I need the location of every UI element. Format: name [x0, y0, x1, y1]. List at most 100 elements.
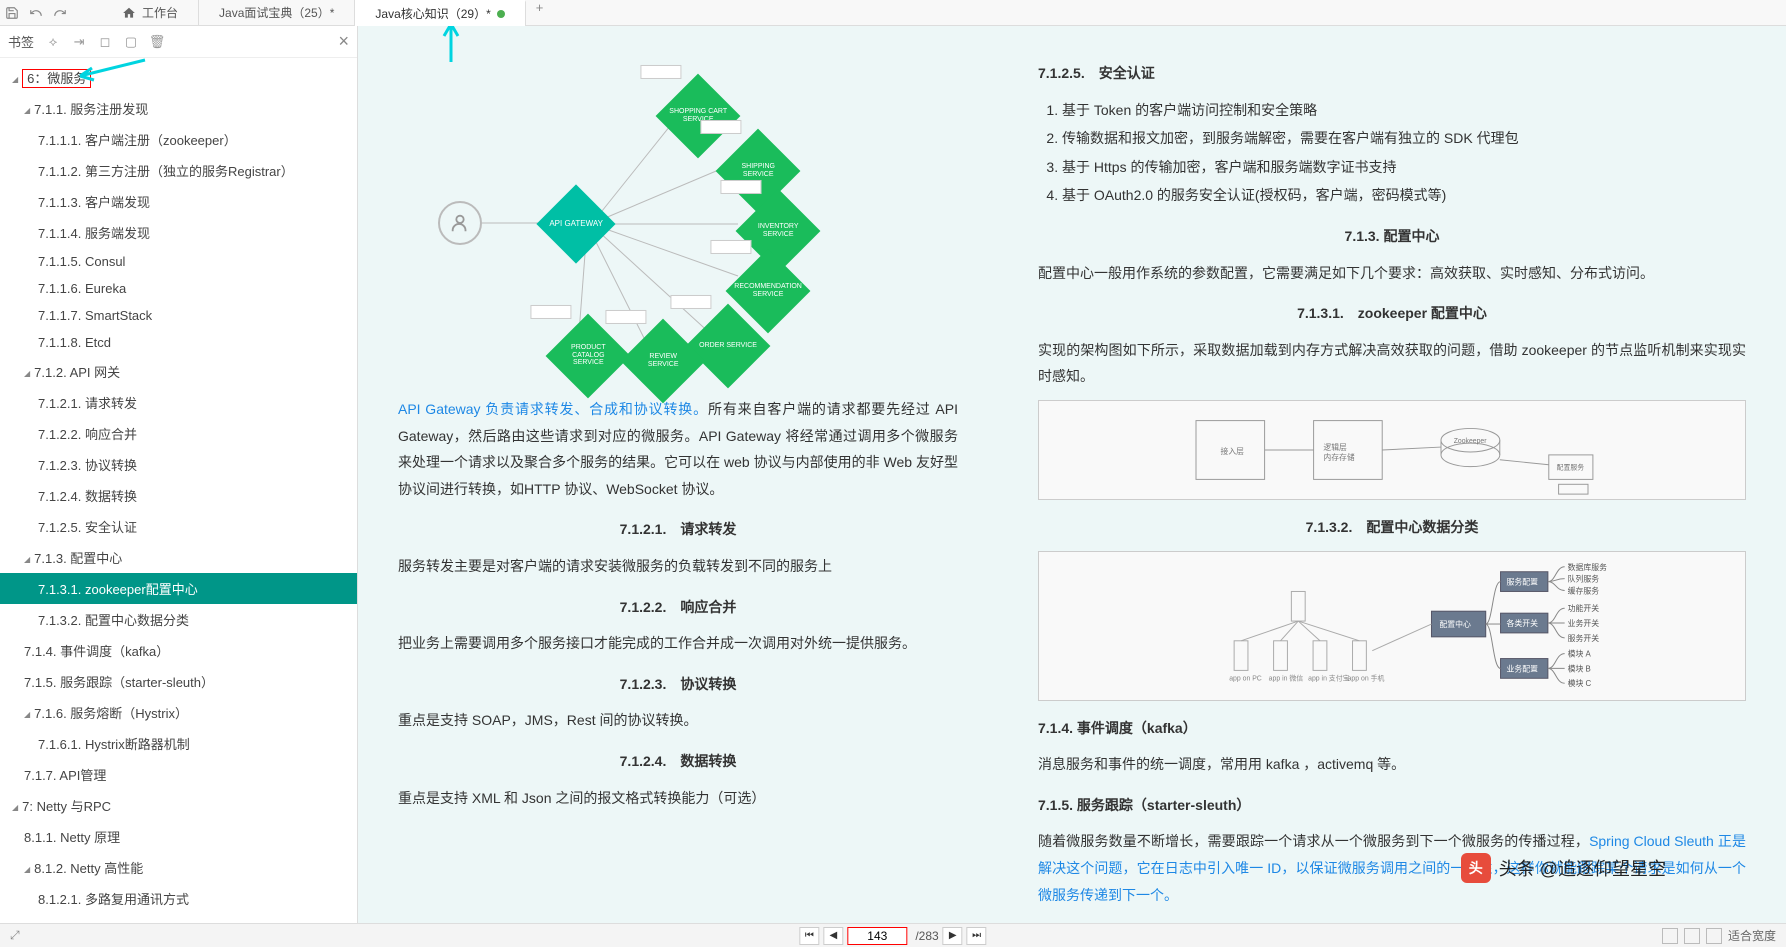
expand-icon[interactable]: ⇥ [70, 33, 88, 51]
tree-item[interactable]: 7.1.2.5. 安全认证 [0, 511, 357, 542]
tree-item[interactable]: 7.1.4. 事件调度（kafka） [0, 635, 357, 666]
tree-item[interactable]: 7.1.1.4. 服务端发现 [0, 217, 357, 248]
document-content: API GATEWAY SHOPPING CART SERVICEREST AP… [358, 26, 1786, 923]
tab-doc2-label: Java核心知识（29）* [375, 5, 490, 22]
redo-icon[interactable] [48, 1, 72, 25]
undo-icon[interactable] [24, 1, 48, 25]
svg-text:业务配置: 业务配置 [1506, 663, 1538, 673]
svg-text:服务配置: 服务配置 [1506, 576, 1538, 586]
view-single-icon[interactable] [1662, 928, 1678, 944]
svg-text:服务开关: 服务开关 [1568, 632, 1600, 642]
bookmark-tree: 6：微服务 7.1.1. 服务注册发现 7.1.1.1. 客户端注册（zooke… [0, 58, 357, 923]
tab-home[interactable]: 工作台 [102, 0, 199, 26]
first-page-button[interactable]: ⏮ [799, 927, 819, 945]
svg-text:app on 手机: app on 手机 [1348, 673, 1385, 682]
svg-text:app in 支付宝: app in 支付宝 [1308, 673, 1349, 682]
tree-item[interactable]: 8.1.2.1. 多路复用通讯方式 [0, 883, 357, 914]
svg-text:模块 C: 模块 C [1568, 678, 1592, 688]
tree-item[interactable]: 8.1.2. Netty 高性能 [0, 852, 357, 883]
locate-icon[interactable]: ⟡ [44, 33, 62, 51]
zoom-label[interactable]: 适合宽度 [1728, 927, 1776, 944]
svg-text:app on PC: app on PC [1229, 675, 1262, 682]
sidebar-header: 书签 ⟡ ⇥ ◻ ▢ 🗑 × [0, 26, 357, 58]
save-icon[interactable] [0, 1, 24, 25]
heading-7123: 7.1.2.3. 协议转换 [398, 671, 958, 698]
tree-item[interactable]: 7.1.1.8. Etcd [0, 329, 357, 356]
svg-text:功能开关: 功能开关 [1568, 603, 1600, 613]
bookmark-icon[interactable]: ▢ [122, 33, 140, 51]
tab-doc1-label: Java面试宝典（25）* [219, 4, 334, 21]
tree-item[interactable]: 7.1.5. 服务跟踪（starter-sleuth） [0, 666, 357, 697]
next-page-button[interactable]: ▶ [943, 927, 963, 945]
close-sidebar-icon[interactable]: × [338, 31, 349, 52]
tree-item[interactable]: 7.1.2.3. 协议转换 [0, 449, 357, 480]
tree-item[interactable]: 7.1.3. 配置中心 [0, 542, 357, 573]
svg-text:配置中心: 配置中心 [1439, 619, 1471, 629]
delete-icon[interactable]: 🗑 [148, 33, 166, 51]
tree-item[interactable]: 7.1.1.7. SmartStack [0, 302, 357, 329]
new-tab-button[interactable]: + [526, 0, 554, 26]
view-book-icon[interactable] [1706, 928, 1722, 944]
svg-text:逻辑层: 逻辑层 [1323, 442, 1347, 452]
sidebar-title: 书签 [8, 32, 34, 51]
text: 实现的架构图如下所示，采取数据加载到内存方式解决高效获取的问题，借助 zooke… [1038, 337, 1746, 390]
svg-text:队列服务: 队列服务 [1568, 573, 1600, 583]
svg-text:接入层: 接入层 [1221, 446, 1245, 456]
heading-7121: 7.1.2.1. 请求转发 [398, 516, 958, 543]
text: 消息服务和事件的统一调度，常用用 kafka ，activemq 等。 [1038, 751, 1746, 778]
heading-715: 7.1.5. 服务跟踪（starter-sleuth） [1038, 792, 1746, 819]
tree-item-selected[interactable]: 7.1.3.1. zookeeper配置中心 [0, 573, 357, 604]
svg-text:Zookeeper: Zookeeper [1454, 438, 1488, 445]
tree-item[interactable]: 7.1.6.1. Hystrix断路器机制 [0, 728, 357, 759]
tree-item[interactable]: 7: Netty 与RPC [0, 790, 357, 821]
tree-item[interactable]: 7.1.1.6. Eureka [0, 275, 357, 302]
heading-7125: 7.1.2.5. 安全认证 [1038, 60, 1746, 87]
config-classification-diagram: 配置中心服务配置各类开关业务配置数据库服务队列服务缓存服务功能开关业务开关服务开… [1038, 551, 1746, 701]
tree-item[interactable]: 7.1.2.1. 请求转发 [0, 387, 357, 418]
user-icon [438, 201, 482, 245]
tree-item[interactable]: 7.1.3.2. 配置中心数据分类 [0, 604, 357, 635]
tree-item[interactable]: 7.1.1.3. 客户端发现 [0, 186, 357, 217]
bookmark-add-icon[interactable]: ◻ [96, 33, 114, 51]
tree-item[interactable]: 7.1.6. 服务熔断（Hystrix） [0, 697, 357, 728]
last-page-button[interactable]: ⏭ [967, 927, 987, 945]
tree-item[interactable]: 7.1.1.2. 第三方注册（独立的服务Registrar） [0, 155, 357, 186]
tree-item[interactable]: 7.1.2. API 网关 [0, 356, 357, 387]
tree-item[interactable]: 7.1.1.5. Consul [0, 248, 357, 275]
top-toolbar: 工作台 Java面试宝典（25）* Java核心知识（29）* + [0, 0, 1786, 26]
tree-item[interactable]: 7.1.2.4. 数据转换 [0, 480, 357, 511]
heading-7122: 7.1.2.2. 响应合并 [398, 594, 958, 621]
text: 重点是支持 XML 和 Json 之间的报文格式转换能力（可选） [398, 785, 958, 812]
tree-item[interactable]: 7.1.7. API管理 [0, 759, 357, 790]
prev-page-button[interactable]: ◀ [823, 927, 843, 945]
tree-item[interactable]: 8.1.1. Netty 原理 [0, 821, 357, 852]
document-tabs: 工作台 Java面试宝典（25）* Java核心知识（29）* + [102, 0, 553, 26]
auth-list: 基于 Token 的客户端访问控制和安全策略 传输数据和报文加密，到服务端解密，… [1062, 97, 1746, 209]
zookeeper-arch-diagram: 接入层逻辑层内存存储Zookeeper配置服务 [1038, 400, 1746, 500]
tree-item[interactable]: 7.1.1. 服务注册发现 [0, 93, 357, 124]
svg-text:数据库服务: 数据库服务 [1568, 561, 1607, 571]
gateway-paragraph: API Gateway 负责请求转发、合成和协议转换。所有来自客户端的请求都要先… [398, 396, 958, 502]
text: 重点是支持 SOAP，JMS，Rest 间的协议转换。 [398, 707, 958, 734]
svg-text:业务开关: 业务开关 [1568, 618, 1600, 628]
tree-root[interactable]: 6：微服务 [0, 62, 357, 93]
list-item: 基于 OAuth2.0 的服务安全认证(授权码，客户端，密码模式等) [1062, 182, 1746, 209]
text: 把业务上需要调用多个服务接口才能完成的工作合并成一次调用对外统一提供服务。 [398, 630, 958, 657]
api-gateway-diagram: API GATEWAY SHOPPING CART SERVICEREST AP… [398, 46, 958, 376]
expand-footer-icon[interactable]: ⤢ [10, 928, 20, 943]
tree-item[interactable]: 7.1.2.2. 响应合并 [0, 418, 357, 449]
view-double-icon[interactable] [1684, 928, 1700, 944]
tree-item[interactable]: 7.1.1.1. 客户端注册（zookeeper） [0, 124, 357, 155]
text: 随着微服务数量不断增长，需要跟踪一个请求从一个微服务到下一个微服务的传播过程，S… [1038, 828, 1746, 908]
svg-text:模块 A: 模块 A [1568, 648, 1592, 658]
tab-doc2[interactable]: Java核心知识（29）* [355, 0, 525, 26]
page-input[interactable] [847, 927, 907, 945]
list-item: 传输数据和报文加密，到服务端解密，需要在客户端有独立的 SDK 代理包 [1062, 125, 1746, 152]
list-item: 基于 Https 的传输加密，客户端和服务端数字证书支持 [1062, 154, 1746, 181]
status-bar: ⤢ ⏮ ◀ /283 ▶ ⏭ 适合宽度 [0, 923, 1786, 947]
svg-text:缓存服务: 缓存服务 [1568, 585, 1600, 595]
tab-doc1[interactable]: Java面试宝典（25）* [199, 0, 355, 26]
bookmarks-sidebar: 书签 ⟡ ⇥ ◻ ▢ 🗑 × 6：微服务 7.1.1. 服务注册发现 7.1.1… [0, 26, 358, 923]
tab-home-label: 工作台 [142, 4, 178, 21]
svg-text:配置服务: 配置服务 [1557, 463, 1585, 472]
